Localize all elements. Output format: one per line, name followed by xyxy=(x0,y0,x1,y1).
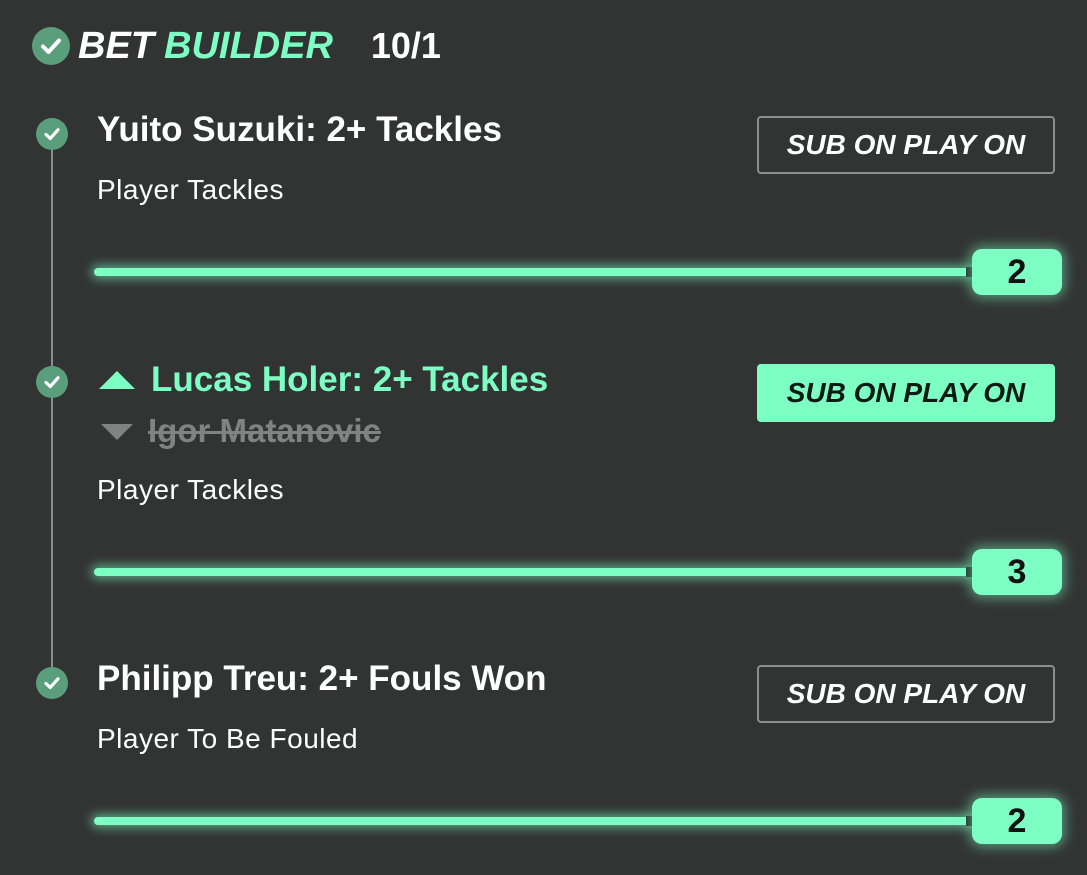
leg-selection-title: Yuito Suzuki: 2+ Tackles xyxy=(97,110,502,149)
leg-market-name: Player Tackles xyxy=(97,174,285,205)
arrow-up-icon xyxy=(99,371,135,389)
replaced-player-name: Igor Matanovic xyxy=(148,412,381,449)
bet-builder-header: BET BUILDER 10/1 xyxy=(32,22,441,70)
line-slider-track[interactable] xyxy=(94,568,974,576)
leg-selection-title: Lucas Holer: 2+ Tackles xyxy=(151,360,549,399)
title-builder: BUILDER xyxy=(164,24,333,67)
timeline-connector xyxy=(51,133,53,683)
total-odds: 10/1 xyxy=(370,25,441,66)
title-bet: BET xyxy=(78,24,154,67)
check-circle-icon xyxy=(36,118,68,150)
leg-market-name: Player Tackles xyxy=(97,474,285,505)
line-value-pill[interactable]: 2 xyxy=(972,249,1062,295)
line-slider-track[interactable] xyxy=(94,817,974,825)
sub-on-play-on-button[interactable]: SUB ON PLAY ON xyxy=(757,364,1055,422)
line-slider-track[interactable] xyxy=(94,268,974,276)
sub-on-play-on-button[interactable]: SUB ON PLAY ON xyxy=(757,116,1055,174)
check-circle-icon xyxy=(36,667,68,699)
arrow-down-icon xyxy=(101,424,133,440)
check-circle-icon xyxy=(36,366,68,398)
line-value-pill[interactable]: 2 xyxy=(972,798,1062,844)
line-value-pill[interactable]: 3 xyxy=(972,549,1062,595)
sub-on-play-on-button[interactable]: SUB ON PLAY ON xyxy=(757,665,1055,723)
leg-selection-title: Philipp Treu: 2+ Fouls Won xyxy=(97,659,547,698)
leg-market-name: Player To Be Fouled xyxy=(97,723,359,754)
check-circle-icon xyxy=(32,27,70,65)
